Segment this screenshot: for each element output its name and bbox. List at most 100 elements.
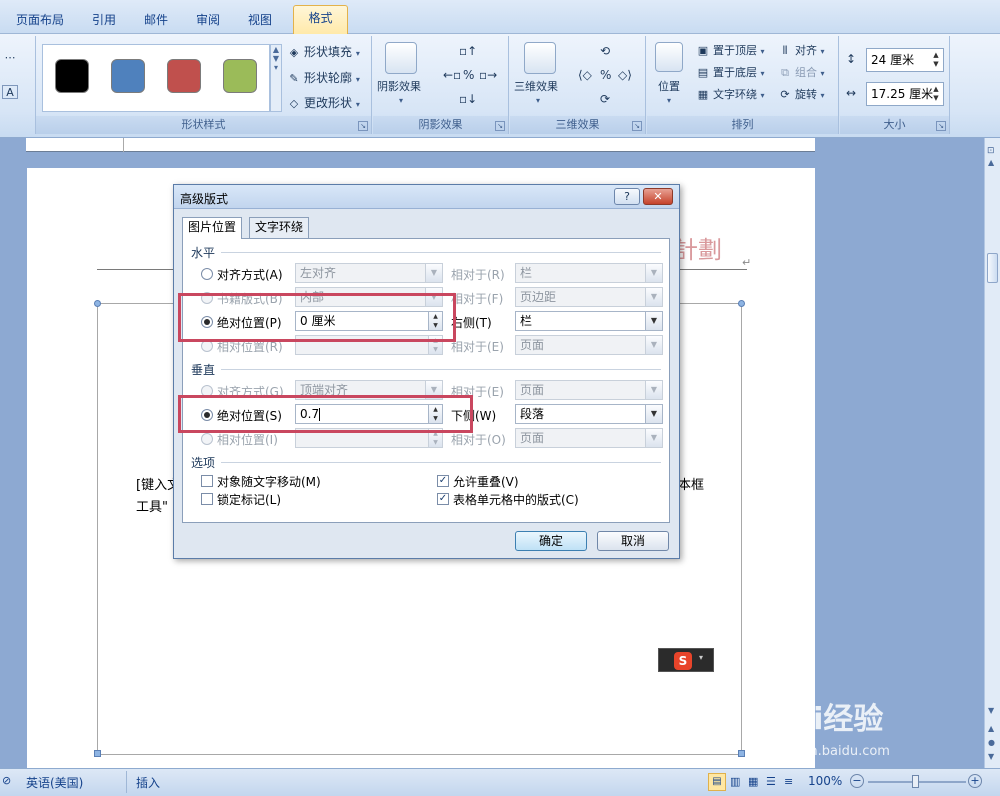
v-relative-radio[interactable] bbox=[201, 433, 213, 445]
tab-mailings[interactable]: 邮件 bbox=[134, 8, 178, 34]
next-page-icon[interactable]: ▼ bbox=[988, 752, 994, 761]
group-button[interactable]: ⧉ 组合 ▾ bbox=[777, 64, 824, 80]
resize-handle[interactable] bbox=[738, 750, 745, 757]
cancel-button[interactable]: 取消 bbox=[597, 531, 669, 551]
shape-fill-button[interactable]: ◈ 形状填充 ▾ bbox=[286, 43, 360, 60]
group-label-shadow: 阴影效果 bbox=[373, 116, 508, 134]
nudge-right-icon[interactable]: ▫→ bbox=[479, 68, 497, 82]
h-align-select[interactable]: 左对齐 ▼ bbox=[295, 263, 443, 283]
style-swatch-red[interactable] bbox=[167, 59, 201, 93]
change-shape-button[interactable]: ◇ 更改形状 ▾ bbox=[286, 94, 360, 111]
draft-view-icon[interactable]: ≡ bbox=[784, 775, 793, 788]
dialog-launcher-icon[interactable]: ↘ bbox=[632, 121, 642, 131]
shadow-dropdown-icon[interactable]: ▾ bbox=[399, 96, 403, 105]
outline-view-icon[interactable]: ☰ bbox=[766, 775, 776, 788]
v-relative-label: 相对位置(I) bbox=[217, 433, 278, 447]
zoom-out-icon[interactable]: − bbox=[850, 774, 864, 788]
3d-effects-button[interactable]: 三维效果 bbox=[514, 78, 558, 94]
full-screen-reading-icon[interactable]: ▥ bbox=[730, 775, 740, 788]
tab-text-wrapping[interactable]: 文字环绕 bbox=[249, 217, 310, 238]
dialog-launcher-icon[interactable]: ↘ bbox=[495, 121, 505, 131]
v-absolute-below-select[interactable]: 段落 ▼ bbox=[515, 404, 663, 424]
dialog-launcher-icon[interactable]: ↘ bbox=[358, 121, 368, 131]
close-button[interactable]: ✕ bbox=[643, 188, 673, 205]
tab-review[interactable]: 审阅 bbox=[186, 8, 230, 34]
resize-handle[interactable] bbox=[738, 300, 745, 307]
ok-button[interactable]: 确定 bbox=[515, 531, 587, 551]
v-relative-relative-select[interactable]: 页面 ▼ bbox=[515, 428, 663, 448]
tilt-up-icon[interactable]: ⟲ bbox=[600, 44, 610, 58]
resize-handle[interactable] bbox=[94, 750, 101, 757]
style-swatch-blue[interactable] bbox=[111, 59, 145, 93]
send-to-back-button[interactable]: ▤ 置于底层 ▾ bbox=[695, 64, 765, 80]
nudge-up-icon[interactable]: ▫↑ bbox=[459, 44, 477, 58]
move-with-text-checkbox[interactable] bbox=[201, 475, 213, 487]
edit-points-icon[interactable]: ⋯ bbox=[2, 50, 20, 65]
dialog-title-bar[interactable]: 高级版式 ? ✕ bbox=[174, 185, 679, 209]
help-button[interactable]: ? bbox=[614, 188, 640, 205]
position-button[interactable]: 位置 bbox=[658, 78, 680, 94]
book-layout-relative-select[interactable]: 页边距 ▼ bbox=[515, 287, 663, 307]
zoom-slider-thumb[interactable] bbox=[912, 775, 919, 788]
ruler-toggle-icon[interactable]: ⊡ bbox=[987, 146, 995, 156]
style-swatch-black[interactable] bbox=[55, 59, 89, 93]
v-align-relative-select[interactable]: 页面 ▼ bbox=[515, 380, 663, 400]
align-button[interactable]: ⫴ 对齐 ▾ bbox=[777, 42, 825, 58]
style-swatch-green[interactable] bbox=[223, 59, 257, 93]
layout-in-cell-checkbox[interactable]: ✓ bbox=[437, 493, 449, 505]
shape-width-field[interactable]: 17.25 厘米 ▲ ▼ bbox=[866, 82, 944, 106]
tab-page-layout[interactable]: 页面布局 bbox=[8, 8, 72, 34]
bring-to-front-button[interactable]: ▣ 置于顶层 ▾ bbox=[695, 42, 765, 58]
tab-view[interactable]: 视图 bbox=[238, 8, 282, 34]
ime-menu-icon[interactable]: ▾ bbox=[699, 653, 703, 662]
previous-page-icon[interactable]: ▲ bbox=[988, 724, 994, 733]
shadow-toggle-icon[interactable]: % bbox=[463, 68, 474, 82]
height-spinner[interactable]: ▲ ▼ bbox=[931, 51, 941, 69]
lock-anchor-checkbox[interactable] bbox=[201, 493, 213, 505]
scroll-down-icon[interactable]: ▼ bbox=[988, 706, 994, 715]
insert-mode-indicator[interactable]: 插入 bbox=[136, 774, 160, 791]
tab-format[interactable]: 格式 bbox=[293, 5, 348, 35]
width-spinner[interactable]: ▲ ▼ bbox=[931, 85, 941, 103]
h-align-radio[interactable] bbox=[201, 268, 213, 280]
nudge-left-icon[interactable]: ←▫ bbox=[443, 68, 461, 82]
rotate-button[interactable]: ⟳ 旋转 ▾ bbox=[777, 86, 824, 102]
text-wrap-button[interactable]: ▦ 文字环绕 ▾ bbox=[695, 86, 765, 102]
shadow-effects-icon[interactable] bbox=[385, 42, 417, 74]
web-layout-icon[interactable]: ▦ bbox=[748, 775, 758, 788]
3d-dropdown-icon[interactable]: ▾ bbox=[536, 96, 540, 105]
nudge-down-icon[interactable]: ▫↓ bbox=[459, 92, 477, 106]
ime-toolbar[interactable]: S ▾ bbox=[658, 648, 714, 672]
3d-toggle-icon[interactable]: % bbox=[600, 68, 611, 82]
tilt-left-icon[interactable]: ⟨◇ bbox=[578, 68, 592, 82]
shape-height-field[interactable]: 24 厘米 ▲ ▼ bbox=[866, 48, 944, 72]
spelling-status-icon[interactable]: ⊘ bbox=[2, 774, 11, 787]
print-layout-view-icon[interactable]: ▤ bbox=[708, 773, 726, 791]
gallery-scroll[interactable]: ▲ ▼ ▾ bbox=[270, 44, 282, 112]
3d-effects-icon[interactable] bbox=[524, 42, 556, 74]
h-absolute-side-select[interactable]: 栏 ▼ bbox=[515, 311, 663, 331]
sogou-icon[interactable]: S bbox=[674, 652, 692, 670]
h-align-relative-select[interactable]: 栏 ▼ bbox=[515, 263, 663, 283]
zoom-level[interactable]: 100% bbox=[808, 774, 842, 788]
scrollbar-thumb[interactable] bbox=[987, 253, 998, 283]
position-dropdown-icon[interactable]: ▾ bbox=[667, 96, 671, 105]
vertical-scrollbar[interactable]: ⊡ ▲ ▼ ▲ ● ▼ bbox=[984, 138, 1000, 768]
tilt-down-icon[interactable]: ⟳ bbox=[600, 92, 610, 106]
shadow-effects-button[interactable]: 阴影效果 bbox=[377, 78, 421, 94]
h-relative-relative-select[interactable]: 页面 ▼ bbox=[515, 335, 663, 355]
dialog-launcher-icon[interactable]: ↘ bbox=[936, 121, 946, 131]
scroll-up-icon[interactable]: ▲ bbox=[988, 158, 994, 167]
language-indicator[interactable]: 英语(美国) bbox=[26, 774, 83, 791]
shape-style-gallery[interactable] bbox=[42, 44, 270, 112]
allow-overlap-checkbox[interactable]: ✓ bbox=[437, 475, 449, 487]
tab-picture-position[interactable]: 图片位置 bbox=[182, 217, 243, 239]
position-icon[interactable] bbox=[655, 42, 683, 72]
text-box-icon[interactable]: A bbox=[2, 84, 20, 99]
browse-object-icon[interactable]: ● bbox=[988, 738, 995, 747]
tilt-right-icon[interactable]: ◇⟩ bbox=[618, 68, 632, 82]
shape-outline-button[interactable]: ✎ 形状轮廓 ▾ bbox=[286, 69, 359, 86]
zoom-in-icon[interactable]: + bbox=[968, 774, 982, 788]
tab-references[interactable]: 引用 bbox=[80, 8, 128, 34]
resize-handle[interactable] bbox=[94, 300, 101, 307]
